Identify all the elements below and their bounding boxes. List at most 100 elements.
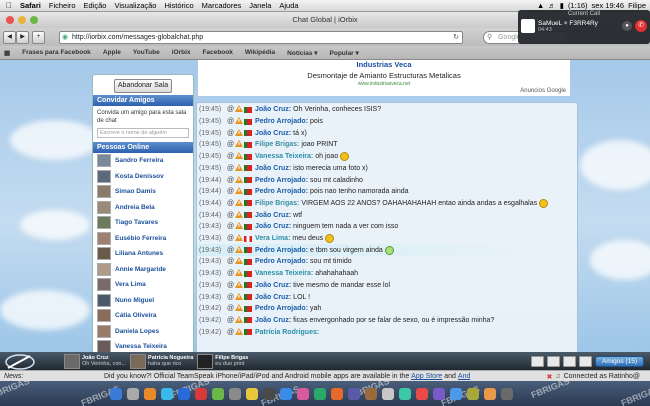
message-author[interactable]: João Cruz: xyxy=(255,106,291,113)
ichat-icon[interactable] xyxy=(178,388,190,400)
online-person[interactable]: Kosta Denissov xyxy=(93,169,193,185)
online-person[interactable]: Liliana Antunes xyxy=(93,246,193,262)
android-link[interactable]: And xyxy=(458,373,470,380)
mention-icon[interactable]: @ xyxy=(227,141,235,148)
menu-help[interactable]: Ajuda xyxy=(275,1,302,10)
skype-icon[interactable] xyxy=(280,388,292,400)
mute-icon[interactable]: ✖ xyxy=(547,373,553,381)
app-icon[interactable] xyxy=(416,388,428,400)
bookmark-item[interactable]: Wikipédia xyxy=(239,49,281,56)
sound-icon[interactable] xyxy=(578,355,592,367)
message-author[interactable]: Vanessa Teixeira: xyxy=(255,153,313,160)
message-author[interactable]: João Cruz: xyxy=(255,294,291,301)
bookmark-item[interactable]: Apple xyxy=(97,49,127,56)
finder-icon[interactable] xyxy=(110,388,122,400)
mail-icon[interactable] xyxy=(144,388,156,400)
user-menu[interactable]: Filipe xyxy=(628,1,646,10)
settings-icon[interactable] xyxy=(562,355,576,367)
mention-icon[interactable]: @ xyxy=(227,282,235,289)
address-bar[interactable]: ◉ http://iorbix.com/messages-globalchat.… xyxy=(59,30,463,44)
textedit-icon[interactable] xyxy=(382,388,394,400)
report-icon[interactable] xyxy=(235,117,244,126)
report-icon[interactable] xyxy=(235,257,244,266)
report-icon[interactable] xyxy=(235,152,244,161)
mention-icon[interactable]: @ xyxy=(227,294,235,301)
report-icon[interactable] xyxy=(235,163,244,173)
report-icon[interactable] xyxy=(235,234,244,243)
report-icon[interactable] xyxy=(235,128,244,138)
bookmark-folder[interactable]: Notícias ▾ xyxy=(281,49,323,57)
report-icon[interactable] xyxy=(235,198,244,208)
bookmark-item[interactable]: YouTube xyxy=(127,49,166,56)
report-icon[interactable] xyxy=(235,210,244,220)
ad-banner[interactable]: Industrias Veca Desmontaje de Amianto Es… xyxy=(198,60,570,96)
conversation-tab[interactable]: João Cruz Oh Verinha, con... xyxy=(64,353,126,369)
zoom-window-button[interactable] xyxy=(30,16,38,24)
mention-icon[interactable]: @ xyxy=(227,258,235,265)
bookmark-item[interactable]: Facebook xyxy=(197,49,239,56)
minimize-window-button[interactable] xyxy=(18,16,26,24)
online-person[interactable]: Simao Damis xyxy=(93,184,193,200)
add-bookmark-button[interactable]: + xyxy=(32,30,45,44)
notifications-icon[interactable] xyxy=(546,355,560,367)
conversation-tab[interactable]: Patricia Nogueira haha que rico xyxy=(130,353,193,369)
message-author[interactable]: João Cruz: xyxy=(255,223,291,230)
message-author[interactable]: Pedro Arrojado: xyxy=(255,118,308,125)
firefox-icon[interactable] xyxy=(331,388,343,400)
itunes-icon[interactable] xyxy=(195,388,207,400)
volume-icon[interactable]: ♬ xyxy=(548,1,556,10)
utility-icon[interactable] xyxy=(433,388,445,400)
message-author[interactable]: Vera Lima: xyxy=(255,235,290,242)
report-icon[interactable] xyxy=(235,175,244,185)
mention-icon[interactable]: @ xyxy=(227,153,235,160)
clock[interactable]: sex 19:46 xyxy=(592,1,625,10)
message-author[interactable]: João Cruz: xyxy=(255,282,291,289)
message-author[interactable]: Vanessa Teixeira: xyxy=(255,270,313,277)
online-person[interactable]: Annie Margaride xyxy=(93,262,193,278)
mention-icon[interactable]: @ xyxy=(227,223,235,230)
ad-label[interactable]: Anuncios Google xyxy=(520,88,566,94)
photo-icon[interactable] xyxy=(297,388,309,400)
system-preferences-icon[interactable] xyxy=(229,388,241,400)
invite-input[interactable]: Escreve o nome de alguém xyxy=(97,128,189,138)
report-icon[interactable] xyxy=(235,292,244,302)
ad-url[interactable]: www.industriasveca.net xyxy=(198,81,570,87)
mention-icon[interactable]: @ xyxy=(227,130,235,137)
speaker-icon[interactable]: ♫ xyxy=(555,373,560,380)
mention-icon[interactable]: @ xyxy=(227,270,235,277)
mention-icon[interactable]: @ xyxy=(227,165,235,172)
online-person[interactable]: Tiago Tavares xyxy=(93,215,193,231)
close-window-button[interactable] xyxy=(6,16,14,24)
report-icon[interactable] xyxy=(235,304,244,313)
mention-icon[interactable]: @ xyxy=(227,177,235,184)
mention-icon[interactable]: @ xyxy=(227,317,235,324)
report-icon[interactable] xyxy=(235,140,244,149)
hangup-icon[interactable]: ✆ xyxy=(635,20,647,32)
bookmark-item[interactable]: iOrbix xyxy=(166,49,197,56)
online-person[interactable]: Cátia Oliveira xyxy=(93,308,193,324)
online-person[interactable]: Daniela Lopes xyxy=(93,324,193,340)
online-person[interactable]: Andreia Bela xyxy=(93,200,193,216)
menu-bookmarks[interactable]: Marcadores xyxy=(198,1,246,10)
iorbix-logo[interactable] xyxy=(0,352,40,370)
report-icon[interactable] xyxy=(235,280,244,290)
back-button[interactable]: ◀ xyxy=(3,30,16,44)
safari-icon[interactable] xyxy=(161,388,173,400)
message-author[interactable]: Filipe Brigas: xyxy=(255,200,299,207)
wifi-icon[interactable]: ▲ xyxy=(537,1,544,10)
bookmarks-grid-icon[interactable]: ▦ xyxy=(0,49,16,57)
message-author[interactable]: João Cruz: xyxy=(255,165,291,172)
message-author[interactable]: Pedro Arrojado: xyxy=(255,188,308,195)
messages-icon[interactable] xyxy=(530,355,544,367)
online-person[interactable]: Vera Lima xyxy=(93,277,193,293)
online-person[interactable]: Vanessa Teixeira xyxy=(93,339,193,352)
online-person[interactable]: Sandro Ferreira xyxy=(93,153,193,169)
mention-icon[interactable]: @ xyxy=(227,235,235,242)
message-author[interactable]: Pedro Arrojado: xyxy=(255,258,308,265)
conversation-tab[interactable]: Filipe Brigas eu duo print xyxy=(197,353,248,369)
report-icon[interactable] xyxy=(235,187,244,196)
terminal-icon[interactable] xyxy=(263,388,275,400)
mention-icon[interactable]: @ xyxy=(227,118,235,125)
mention-icon[interactable]: @ xyxy=(227,212,235,219)
bookmark-item[interactable]: Frases para Facebook xyxy=(16,49,97,56)
